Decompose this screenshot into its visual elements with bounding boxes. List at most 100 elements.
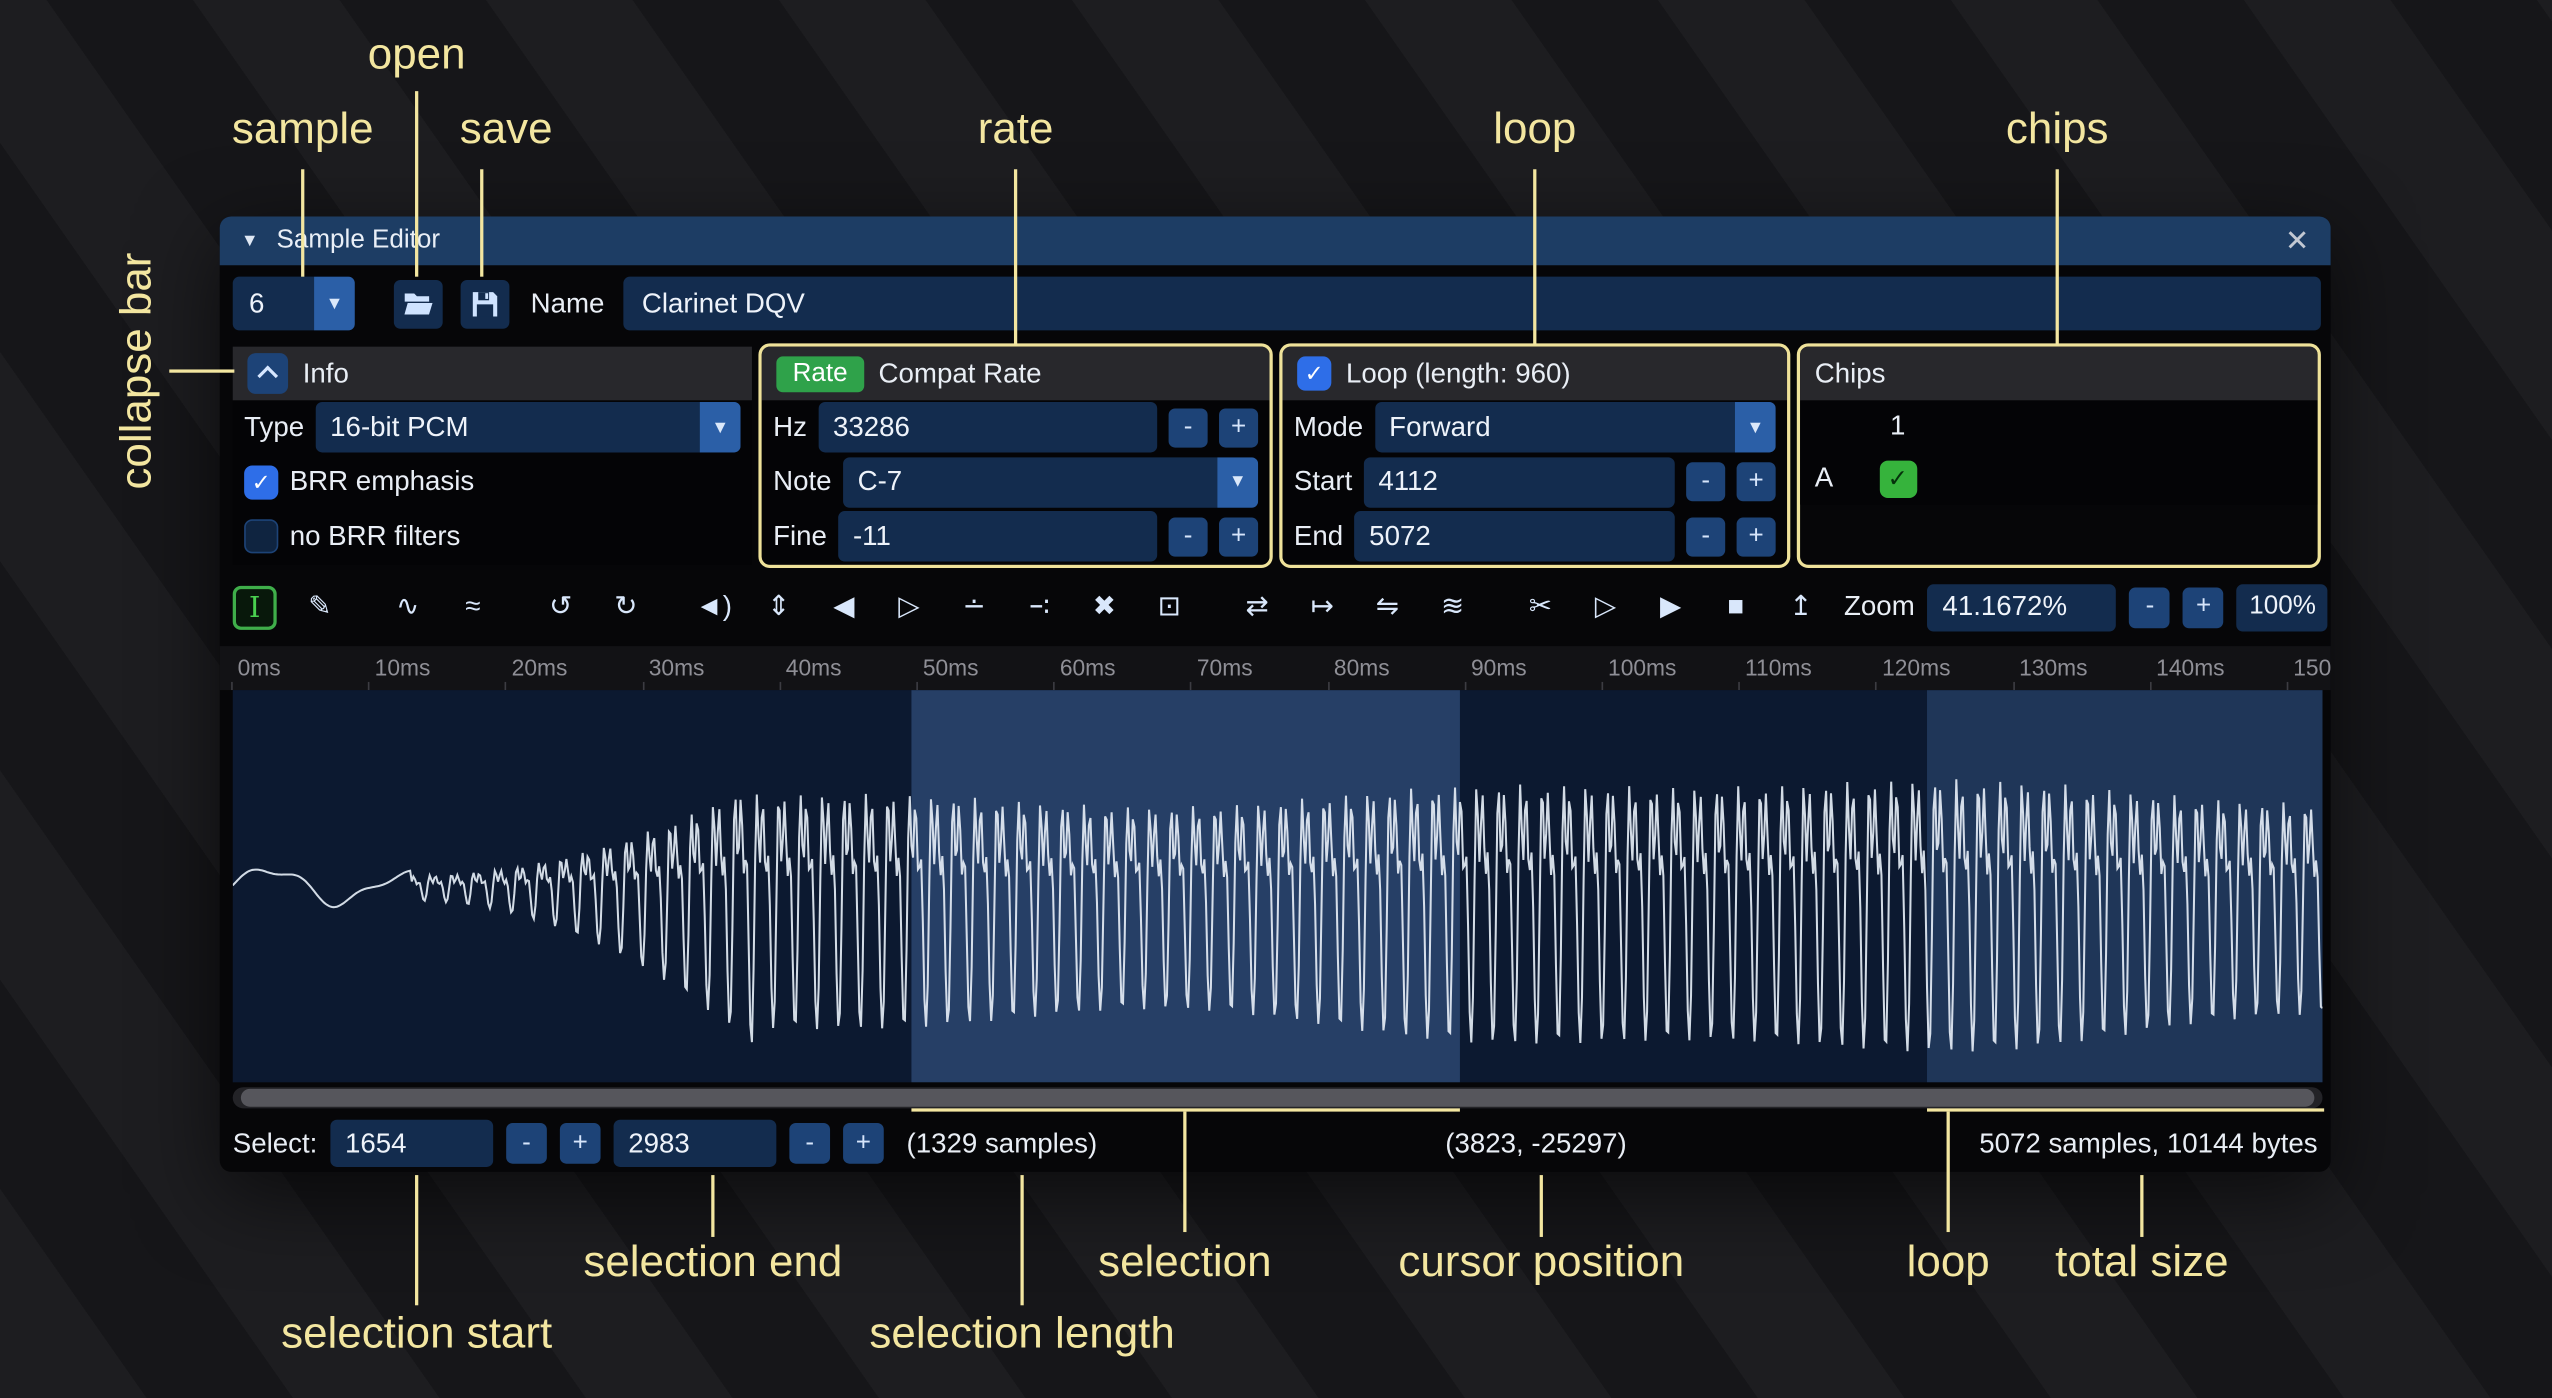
ruler-label: 10ms: [375, 654, 431, 680]
loop-mode-select[interactable]: Forward ▼: [1375, 402, 1776, 452]
rate-header[interactable]: Rate Compat Rate: [762, 347, 1270, 401]
chevron-down-icon[interactable]: ▼: [314, 277, 355, 331]
ruler-tick: [368, 682, 370, 690]
chips-header-label: Chips: [1815, 357, 1886, 390]
hz-input[interactable]: 33286: [818, 402, 1157, 452]
scrollbar-handle[interactable]: [241, 1089, 2315, 1107]
chip-enable-checkbox[interactable]: ✓: [1879, 460, 1916, 497]
window-collapse-icon[interactable]: ▼: [241, 231, 259, 251]
selection-start-minus-button[interactable]: -: [506, 1123, 547, 1164]
draw-tool-button[interactable]: ✎: [298, 585, 342, 629]
normalize-button[interactable]: ⇕: [757, 585, 801, 629]
chip-number: 1: [1873, 410, 1922, 443]
zoom-out-button[interactable]: -: [2130, 587, 2171, 628]
annotation-open: open: [368, 29, 466, 79]
selection-end-input[interactable]: 2983: [614, 1120, 777, 1167]
ruler-tick: [1327, 682, 1329, 690]
trim-button[interactable]: ⊡: [1147, 585, 1191, 629]
selection-bracket-line: [911, 1108, 1459, 1111]
loop-start-label: Start: [1294, 466, 1352, 499]
cut-button[interactable]: ✂: [1519, 585, 1563, 629]
hz-minus-button[interactable]: -: [1169, 408, 1208, 447]
resample-button[interactable]: ∿: [386, 585, 430, 629]
loop-start-plus-button[interactable]: +: [1737, 463, 1776, 502]
type-label: Type: [244, 411, 304, 444]
import-button[interactable]: ↥: [1779, 585, 1823, 629]
type-select[interactable]: 16-bit PCM ▼: [316, 402, 741, 452]
selection-end-minus-button[interactable]: -: [789, 1123, 830, 1164]
delete-button[interactable]: ✖: [1082, 585, 1126, 629]
sample-number-select[interactable]: 6 ▼: [233, 277, 355, 331]
zoom-in-button[interactable]: +: [2183, 587, 2224, 628]
annotation-rate: rate: [978, 104, 1054, 154]
compat-rate-label: Compat Rate: [879, 357, 1042, 390]
ruler-tick: [2013, 682, 2015, 690]
info-header[interactable]: Info: [233, 347, 752, 401]
loop-region-highlight: [1927, 690, 2322, 1082]
fine-input[interactable]: -11: [838, 511, 1157, 561]
loop-start-minus-button[interactable]: -: [1686, 463, 1725, 502]
fine-minus-button[interactable]: -: [1169, 517, 1208, 556]
brr-emphasis-checkbox[interactable]: ✓: [244, 465, 278, 499]
play-button[interactable]: ▶: [1649, 585, 1693, 629]
ruler-label: 110ms: [1745, 654, 1812, 680]
invert-button[interactable]: ▷: [887, 585, 931, 629]
create-wavetable-button[interactable]: ≈: [451, 585, 495, 629]
selection-end-plus-button[interactable]: +: [843, 1123, 884, 1164]
flip-button[interactable]: ⇄: [1235, 585, 1279, 629]
insert-button[interactable]: ↦: [1300, 585, 1344, 629]
note-select[interactable]: C-7 ▼: [843, 457, 1258, 507]
spread-button[interactable]: ⇋: [1366, 585, 1410, 629]
annotation-selection: selection: [1098, 1237, 1271, 1287]
annotation-sample: sample: [232, 104, 374, 154]
collapse-bar-button[interactable]: [247, 353, 288, 394]
select-tool-button[interactable]: I: [233, 585, 277, 629]
stretch-button[interactable]: ≋: [1431, 585, 1475, 629]
redo-button[interactable]: ↻: [604, 585, 648, 629]
stop-button[interactable]: ■: [1714, 585, 1758, 629]
chips-panel: Chips 1 A ✓: [1797, 343, 2321, 568]
chevron-down-icon[interactable]: ▼: [1735, 402, 1776, 452]
fade-out-button[interactable]: ∹: [1017, 585, 1061, 629]
selection-start-input[interactable]: 1654: [330, 1120, 493, 1167]
loop-end-input[interactable]: 5072: [1355, 511, 1675, 561]
chevron-down-icon[interactable]: ▼: [700, 402, 741, 452]
undo-button[interactable]: ↺: [539, 585, 583, 629]
loop-start-input[interactable]: 4112: [1364, 457, 1675, 507]
annotation-selection-start: selection start: [281, 1309, 552, 1359]
loop-end-plus-button[interactable]: +: [1737, 517, 1776, 556]
rate-badge[interactable]: Rate: [776, 356, 864, 392]
annotation-line-collapse-bar: [169, 369, 234, 372]
ruler-tick: [642, 682, 644, 690]
horizontal-scrollbar[interactable]: [233, 1087, 2323, 1108]
ruler-tick: [231, 682, 233, 690]
loop-header[interactable]: ✓ Loop (length: 960): [1283, 347, 1788, 401]
titlebar[interactable]: ▼ Sample Editor ✕: [220, 216, 2331, 265]
fade-in-button[interactable]: ∸: [952, 585, 996, 629]
open-button[interactable]: [394, 279, 443, 328]
select-label: Select:: [233, 1127, 318, 1160]
reverse-button[interactable]: ◀: [822, 585, 866, 629]
close-icon[interactable]: ✕: [2285, 224, 2310, 258]
name-input[interactable]: Clarinet DQV: [624, 277, 2321, 331]
waveform-view[interactable]: [233, 690, 2323, 1082]
ruler-tick: [916, 682, 918, 690]
fine-plus-button[interactable]: +: [1219, 517, 1258, 556]
zoom-reset-button[interactable]: 100%: [2237, 583, 2328, 630]
mode-label: Mode: [1294, 411, 1363, 444]
selection-start-plus-button[interactable]: +: [560, 1123, 601, 1164]
time-ruler: 0ms10ms20ms30ms40ms50ms60ms70ms80ms90ms1…: [220, 646, 2331, 690]
no-brr-filters-checkbox[interactable]: [244, 520, 278, 554]
zoom-input[interactable]: 41.1672%: [1928, 583, 2117, 630]
save-button[interactable]: [461, 279, 510, 328]
chevron-down-icon[interactable]: ▼: [1217, 457, 1258, 507]
sample-editor-window: ▼ Sample Editor ✕ 6 ▼: [220, 216, 2331, 1171]
annotation-loop-region: loop: [1907, 1237, 1990, 1287]
play-selection-button[interactable]: ▷: [1584, 585, 1628, 629]
loop-checkbox[interactable]: ✓: [1297, 356, 1331, 390]
amplify-button[interactable]: ◄): [692, 585, 736, 629]
loop-end-minus-button[interactable]: -: [1686, 517, 1725, 556]
no-brr-filters-label: no BRR filters: [290, 520, 461, 553]
hz-label: Hz: [773, 411, 807, 444]
hz-plus-button[interactable]: +: [1219, 408, 1258, 447]
